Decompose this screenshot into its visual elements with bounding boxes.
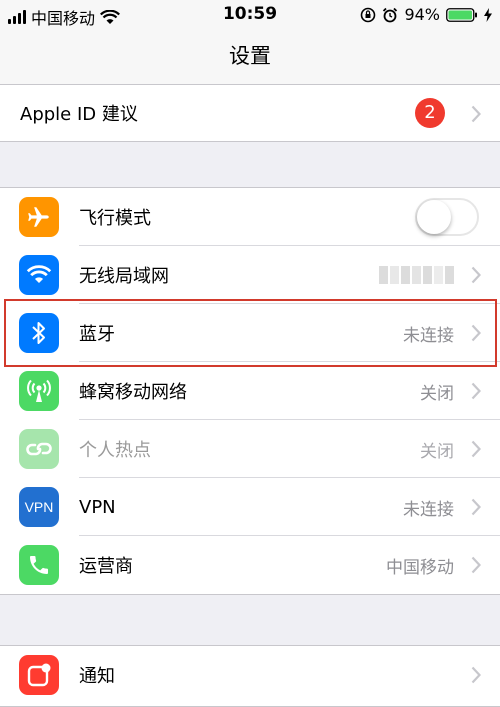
connectivity-group: 飞行模式 无线局域网 蓝牙 未连接 蜂窝移动网络 关闭 个人热点 关闭 VPN … xyxy=(0,187,500,595)
wifi-label: 无线局域网 xyxy=(79,266,169,287)
hotspot-label: 个人热点 xyxy=(79,440,151,461)
chevron-right-icon xyxy=(471,440,481,458)
apple-id-label: Apple ID 建议 xyxy=(20,104,138,125)
bluetooth-label: 蓝牙 xyxy=(79,324,115,345)
settings-row-cellular[interactable]: 蜂窝移动网络 关闭 xyxy=(0,362,500,420)
wifi-icon xyxy=(19,255,59,295)
charging-icon xyxy=(484,7,492,22)
cellular-icon xyxy=(19,371,59,411)
bluetooth-status: 未连接 xyxy=(403,325,454,346)
chevron-right-icon xyxy=(471,498,481,516)
battery-percent: 94% xyxy=(404,5,440,24)
wifi-network-redacted xyxy=(379,266,454,284)
vpn-icon: VPN xyxy=(19,487,59,527)
hotspot-status: 关闭 xyxy=(420,441,454,462)
chevron-right-icon xyxy=(471,324,481,342)
settings-row-carrier[interactable]: 运营商 中国移动 xyxy=(0,536,500,594)
notifications-group: 通知 xyxy=(0,645,500,707)
bluetooth-icon xyxy=(19,313,59,353)
vpn-icon-text: VPN xyxy=(24,499,54,515)
chevron-right-icon xyxy=(471,382,481,400)
chevron-right-icon xyxy=(471,666,481,684)
apple-id-badge: 2 xyxy=(415,98,445,128)
notification-icon xyxy=(19,655,59,695)
chevron-right-icon xyxy=(471,556,481,574)
notifications-label: 通知 xyxy=(79,666,115,687)
settings-row-vpn[interactable]: VPN VPN 未连接 xyxy=(0,478,500,536)
phone-icon xyxy=(19,545,59,585)
page-title: 设置 xyxy=(229,44,271,68)
chevron-right-icon xyxy=(471,266,481,284)
cellular-label: 蜂窝移动网络 xyxy=(79,382,187,403)
nav-bar: 设置 xyxy=(0,30,500,87)
settings-row-bluetooth[interactable]: 蓝牙 未连接 xyxy=(0,304,500,362)
status-bar: 中国移动 10:59 94% xyxy=(0,0,500,30)
apple-id-row[interactable]: Apple ID 建议 2 xyxy=(0,85,500,141)
battery-icon xyxy=(446,7,477,22)
orientation-lock-icon xyxy=(361,7,376,22)
cellular-status: 关闭 xyxy=(420,383,454,404)
settings-row-notifications[interactable]: 通知 xyxy=(0,646,500,704)
vpn-label: VPN xyxy=(79,496,116,518)
apple-id-group: Apple ID 建议 2 xyxy=(0,84,500,142)
vpn-status: 未连接 xyxy=(403,499,454,520)
settings-row-airplane[interactable]: 飞行模式 xyxy=(0,188,500,246)
carrier-row-label: 运营商 xyxy=(79,556,133,577)
airplane-toggle[interactable] xyxy=(415,198,479,236)
settings-row-hotspot[interactable]: 个人热点 关闭 xyxy=(0,420,500,478)
toggle-knob xyxy=(417,200,451,234)
settings-row-wifi[interactable]: 无线局域网 xyxy=(0,246,500,304)
chevron-right-icon xyxy=(471,105,481,123)
hotspot-icon xyxy=(19,429,59,469)
airplane-icon xyxy=(19,197,59,237)
alarm-icon xyxy=(383,7,398,22)
airplane-label: 飞行模式 xyxy=(79,208,151,229)
carrier-status: 中国移动 xyxy=(386,557,454,578)
